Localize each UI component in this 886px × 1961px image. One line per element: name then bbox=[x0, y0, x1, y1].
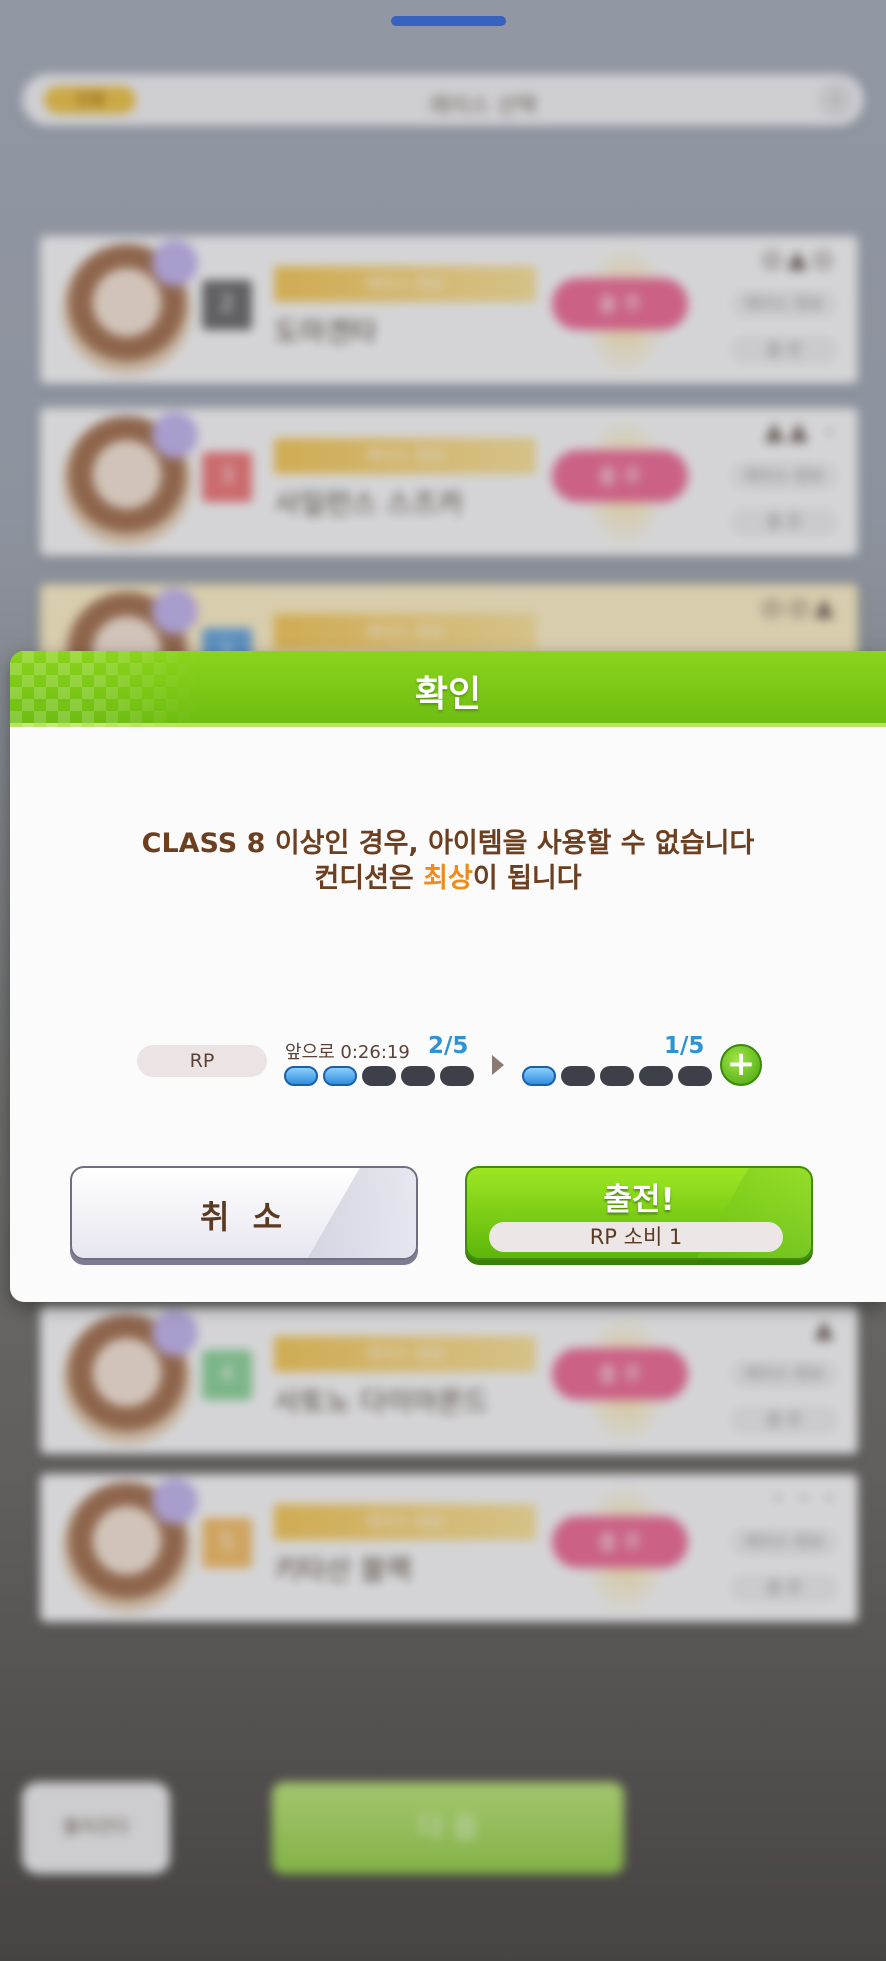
rp-cost-label: RP 소비 1 bbox=[489, 1222, 783, 1252]
dialog-header: 확인 bbox=[10, 651, 886, 727]
rp-segment bbox=[678, 1066, 712, 1086]
add-rp-icon[interactable]: + bbox=[720, 1044, 762, 1086]
rp-label: RP bbox=[137, 1045, 267, 1077]
cancel-label: 취 소 bbox=[199, 1198, 289, 1236]
message-prefix: 컨디션은 bbox=[314, 863, 424, 894]
start-race-label: 출전! bbox=[603, 1182, 675, 1218]
message-suffix: 이 됩니다 bbox=[472, 863, 582, 894]
rp-segment bbox=[600, 1066, 634, 1086]
rp-segment bbox=[401, 1066, 435, 1086]
rp-segment bbox=[561, 1066, 595, 1086]
rp-segment bbox=[284, 1066, 318, 1086]
confirm-dialog: 확인 CLASS 8 이상인 경우, 아이템을 사용할 수 없습니다 컨디션은 … bbox=[10, 651, 886, 1302]
rp-segment bbox=[362, 1066, 396, 1086]
arrow-right-icon bbox=[492, 1055, 504, 1075]
dialog-title: 확인 bbox=[414, 674, 482, 715]
message-line-2: 컨디션은 최상이 됩니다 bbox=[10, 856, 886, 895]
rp-segment bbox=[522, 1066, 556, 1086]
message-highlight: 최상 bbox=[423, 863, 473, 894]
message-line-1: CLASS 8 이상인 경우, 아이템을 사용할 수 없습니다 bbox=[141, 828, 755, 859]
rp-recovery-timer: 앞으로 0:26:19 bbox=[285, 1042, 410, 1063]
cancel-button[interactable]: 취 소 bbox=[70, 1166, 418, 1260]
start-race-button[interactable]: 출전! RP 소비 1 bbox=[465, 1166, 813, 1260]
rp-segment bbox=[440, 1066, 474, 1086]
rp-segment bbox=[639, 1066, 673, 1086]
rp-before-count: 2/5 bbox=[428, 1033, 469, 1059]
rp-after-count: 1/5 bbox=[664, 1033, 705, 1059]
rp-segment bbox=[323, 1066, 357, 1086]
